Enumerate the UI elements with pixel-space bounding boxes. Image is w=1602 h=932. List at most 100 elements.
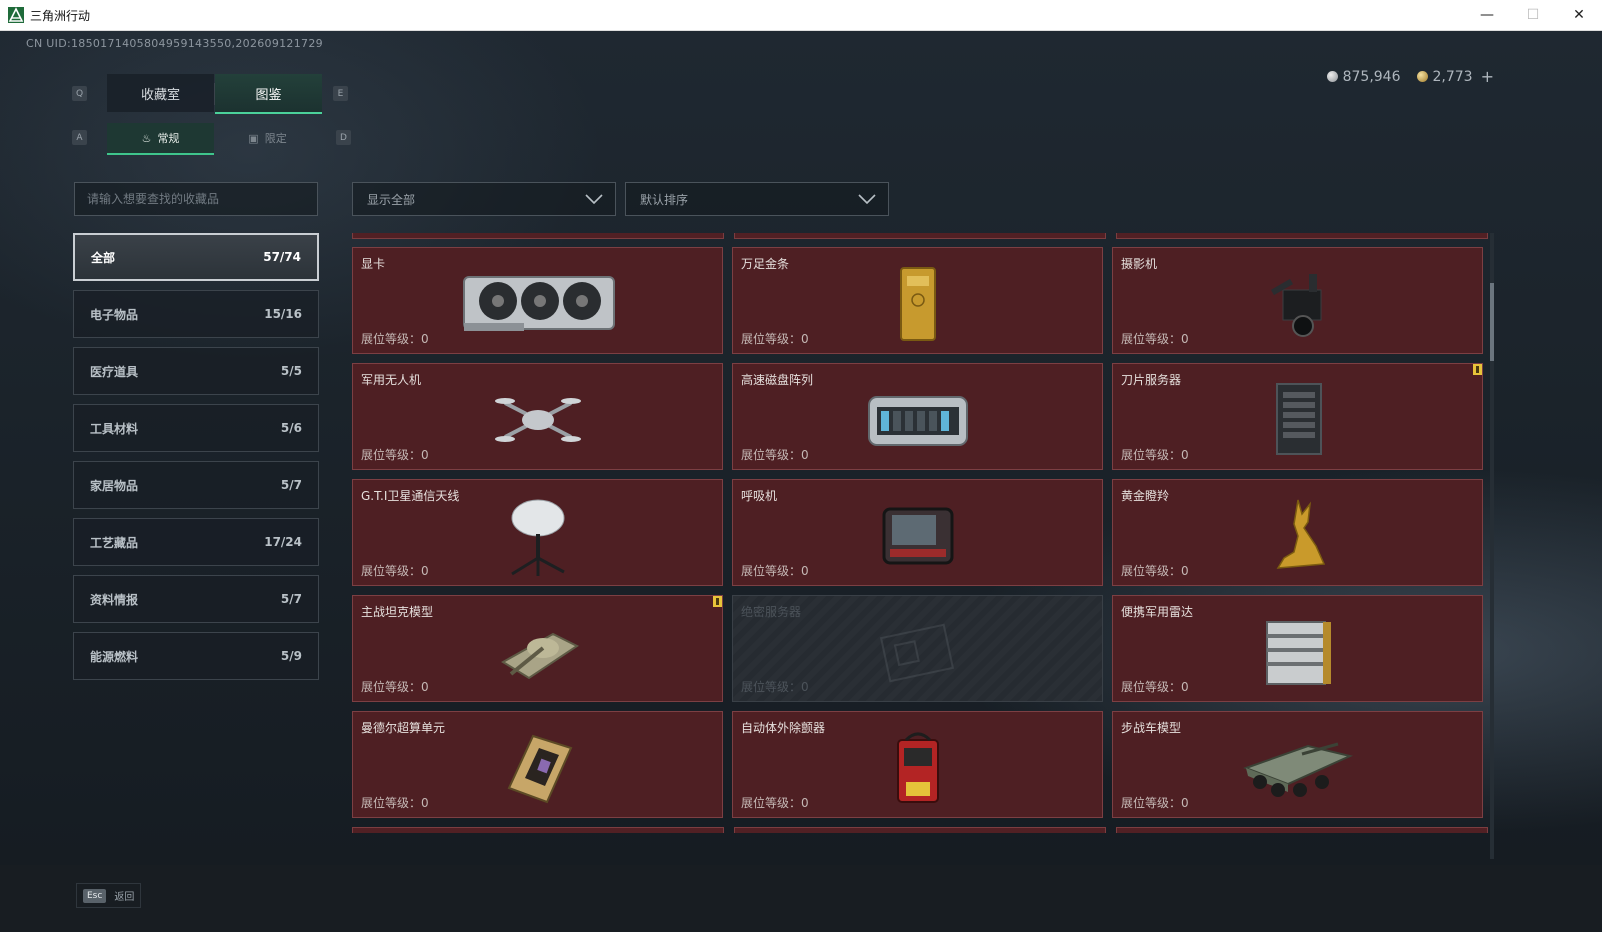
category-electronics[interactable]: 电子物品 15/16 xyxy=(73,290,319,338)
item-card[interactable]: 军用无人机 展位等级：0 xyxy=(352,363,723,470)
item-name: 刀片服务器 xyxy=(1121,373,1182,387)
category-list: 全部 57/74 电子物品 15/16 医疗道具 5/5 工具材料 5/6 家居… xyxy=(73,233,319,689)
item-name: 主战坦克模型 xyxy=(361,605,434,619)
tab-catalog[interactable]: 图鉴 xyxy=(215,74,322,114)
main-tabs: 收藏室 图鉴 xyxy=(107,74,322,114)
defibrillator-icon xyxy=(838,726,998,810)
next-row-partial xyxy=(352,827,1488,833)
category-count: 5/7 xyxy=(280,478,302,492)
item-card[interactable]: 步战车模型 展位等级：0 xyxy=(1112,711,1483,818)
subtab-regular[interactable]: ♨ 常规 xyxy=(107,123,214,155)
tank-model-icon xyxy=(458,610,618,694)
category-all[interactable]: 全部 57/74 xyxy=(73,233,319,281)
category-count: 57/74 xyxy=(263,250,301,264)
item-grid: 显卡 展位等级：0 万足金条 展位等级：0 摄影机 展位等级：0 军用无人机 展… xyxy=(352,247,1488,818)
silver-amount: 875,946 xyxy=(1342,68,1401,85)
item-level: 展位等级：0 xyxy=(1121,564,1189,578)
category-label: 资料情报 xyxy=(90,592,139,607)
category-crafts[interactable]: 工艺藏品 17/24 xyxy=(73,518,319,566)
item-card-locked[interactable]: 绝密服务器 展位等级：0 xyxy=(732,595,1103,702)
window-title: 三角洲行动 xyxy=(30,8,91,23)
search-input[interactable] xyxy=(74,182,318,216)
item-name: 自动体外除颤器 xyxy=(741,721,826,735)
category-label: 医疗道具 xyxy=(90,364,139,379)
image-icon: ▣ xyxy=(248,131,259,145)
item-card[interactable]: 自动体外除颤器 展位等级：0 xyxy=(732,711,1103,818)
item-name: 步战车模型 xyxy=(1121,721,1182,735)
back-button[interactable]: Esc 返回 xyxy=(76,883,142,908)
category-count: 5/6 xyxy=(280,421,302,435)
key-hint-d: D xyxy=(336,130,351,145)
item-name: 便携军用雷达 xyxy=(1121,605,1194,619)
category-count: 5/5 xyxy=(280,364,302,378)
category-label: 能源燃料 xyxy=(90,649,139,664)
item-name: G.T.I卫星通信天线 xyxy=(361,489,460,503)
item-card[interactable]: 显卡 展位等级：0 xyxy=(352,247,723,354)
camera-icon xyxy=(1218,262,1378,346)
sort-dropdown[interactable]: 默认排序 xyxy=(625,182,889,216)
drone-icon xyxy=(458,378,618,462)
key-hint-a: A xyxy=(72,130,87,145)
item-name: 呼吸机 xyxy=(741,489,778,503)
item-card[interactable]: 曼德尔超算单元 展位等级：0 xyxy=(352,711,723,818)
item-name: 显卡 xyxy=(361,257,386,271)
category-label: 全部 xyxy=(91,250,116,265)
subtab-limited[interactable]: ▣ 限定 xyxy=(214,123,321,153)
item-card[interactable]: 万足金条 展位等级：0 xyxy=(732,247,1103,354)
golden-gazelle-icon xyxy=(1218,494,1378,578)
item-name: 黄金瞪羚 xyxy=(1121,489,1170,503)
item-card[interactable]: 黄金瞪羚 展位等级：0 xyxy=(1112,479,1483,586)
category-tools[interactable]: 工具材料 5/6 xyxy=(73,404,319,452)
scrollbar-thumb[interactable] xyxy=(1490,283,1494,361)
item-level: 展位等级：0 xyxy=(741,332,809,346)
item-card[interactable]: 高速磁盘阵列 展位等级：0 xyxy=(732,363,1103,470)
item-card[interactable]: 呼吸机 展位等级：0 xyxy=(732,479,1103,586)
item-level: 展位等级：0 xyxy=(1121,448,1189,462)
item-card[interactable]: 主战坦克模型 展位等级：0 xyxy=(352,595,723,702)
ventilator-icon xyxy=(838,494,998,578)
silver-coin-icon xyxy=(1326,71,1338,82)
item-level: 展位等级：0 xyxy=(361,332,429,346)
new-badge-icon xyxy=(1473,364,1482,375)
item-level: 展位等级：0 xyxy=(361,680,429,694)
maximize-button[interactable]: ☐ xyxy=(1510,0,1556,30)
blade-server-icon xyxy=(1218,378,1378,462)
filter-dropdown[interactable]: 显示全部 xyxy=(352,182,616,216)
item-level: 展位等级：0 xyxy=(361,796,429,810)
category-energy[interactable]: 能源燃料 5/9 xyxy=(73,632,319,680)
item-level: 展位等级：0 xyxy=(741,680,809,694)
disk-array-icon xyxy=(838,378,998,462)
ifv-model-icon xyxy=(1218,726,1378,810)
key-hint-q: Q xyxy=(72,86,87,101)
item-grid-viewport[interactable]: 显卡 展位等级：0 万足金条 展位等级：0 摄影机 展位等级：0 军用无人机 展… xyxy=(352,233,1488,859)
game-area: CN UID:1850171405804959143550,2026091217… xyxy=(0,31,1602,932)
grid-scrollbar[interactable] xyxy=(1490,233,1494,859)
subtab-regular-label: 常规 xyxy=(157,132,180,145)
item-card[interactable]: G.T.I卫星通信天线 展位等级：0 xyxy=(352,479,723,586)
category-label: 工艺藏品 xyxy=(90,535,139,550)
sort-dropdown-value: 默认排序 xyxy=(640,192,689,207)
item-card[interactable]: 摄影机 展位等级：0 xyxy=(1112,247,1483,354)
close-button[interactable]: ✕ xyxy=(1556,0,1602,30)
item-name: 万足金条 xyxy=(741,257,790,271)
radar-icon xyxy=(1218,610,1378,694)
minimize-button[interactable]: — xyxy=(1464,0,1510,30)
tab-collection-room[interactable]: 收藏室 xyxy=(107,74,214,112)
item-level: 展位等级：0 xyxy=(741,448,809,462)
back-label: 返回 xyxy=(114,892,135,903)
category-medical[interactable]: 医疗道具 5/5 xyxy=(73,347,319,395)
secret-server-icon xyxy=(838,610,998,694)
new-badge-icon xyxy=(713,596,722,607)
category-intel[interactable]: 资料情报 5/7 xyxy=(73,575,319,623)
category-household[interactable]: 家居物品 5/7 xyxy=(73,461,319,509)
esc-key-hint: Esc xyxy=(83,888,107,903)
category-label: 家居物品 xyxy=(90,478,139,493)
category-count: 5/7 xyxy=(280,592,302,606)
filter-dropdown-value: 显示全部 xyxy=(367,192,416,207)
item-card[interactable]: 刀片服务器 展位等级：0 xyxy=(1112,363,1483,470)
item-card[interactable]: 便携军用雷达 展位等级：0 xyxy=(1112,595,1483,702)
flame-icon: ♨ xyxy=(141,131,152,145)
add-currency-button[interactable]: + xyxy=(1481,67,1494,86)
currency-bar: 875,946 2,773 + xyxy=(1326,67,1494,86)
category-count: 5/9 xyxy=(280,649,302,663)
